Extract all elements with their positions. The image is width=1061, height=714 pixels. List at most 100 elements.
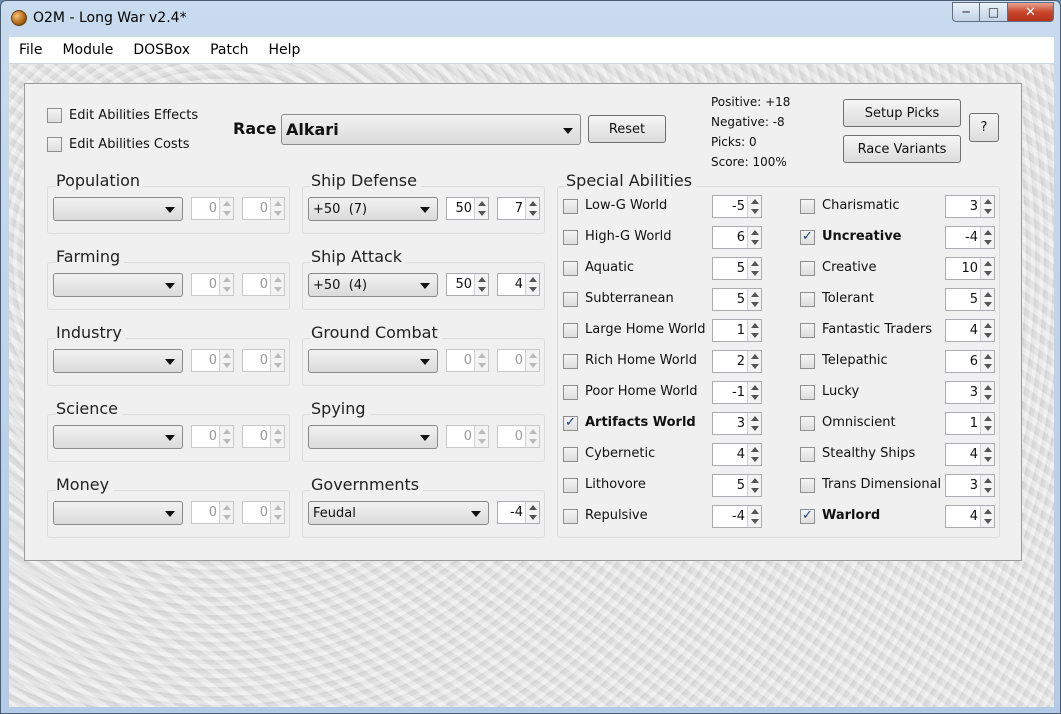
- ability-cost-spin[interactable]: 6: [712, 226, 762, 249]
- ability-cost: 1: [969, 416, 978, 431]
- ability-checkbox[interactable]: [800, 478, 815, 493]
- ability-checkbox[interactable]: [563, 323, 578, 338]
- chevron-down-icon: [165, 283, 175, 289]
- industry-title: Industry: [56, 323, 126, 342]
- ability-cost-spin[interactable]: 4: [945, 505, 995, 528]
- money-value1-spin[interactable]: 0: [191, 501, 234, 524]
- ability-checkbox[interactable]: [800, 292, 815, 307]
- farming-value1-spin[interactable]: 0: [191, 273, 234, 296]
- ability-cost-spin[interactable]: 1: [945, 412, 995, 435]
- ability-cost-spin[interactable]: 5: [712, 257, 762, 280]
- ability-checkbox[interactable]: [800, 416, 815, 431]
- ability-checkbox[interactable]: [563, 199, 578, 214]
- ability-cost-spin[interactable]: 1: [712, 319, 762, 342]
- ability-checkbox[interactable]: [800, 447, 815, 462]
- spying-select[interactable]: [308, 425, 438, 449]
- ground-combat-value1: 0: [463, 353, 472, 368]
- farming-select[interactable]: [53, 273, 183, 297]
- ability-checkbox[interactable]: ✓: [563, 416, 578, 431]
- ship-attack-value2-spin[interactable]: 4: [497, 273, 540, 296]
- governments-select[interactable]: Feudal: [308, 501, 489, 525]
- setup-picks-button[interactable]: Setup Picks: [843, 99, 961, 127]
- ability-cost-spin[interactable]: 4: [945, 443, 995, 466]
- ability-checkbox[interactable]: [563, 292, 578, 307]
- spying-value1-spin[interactable]: 0: [446, 425, 489, 448]
- farming-value2: 0: [259, 277, 268, 292]
- population-value1-spin[interactable]: 0: [191, 197, 234, 220]
- menu-module[interactable]: Module: [52, 42, 123, 58]
- edit-costs-checkbox[interactable]: [47, 137, 62, 152]
- population-select[interactable]: [53, 197, 183, 221]
- ability-cost-spin[interactable]: -5: [712, 195, 762, 218]
- ground-combat-select[interactable]: [308, 349, 438, 373]
- maximize-button[interactable]: □: [980, 2, 1008, 22]
- science-select[interactable]: [53, 425, 183, 449]
- race-select[interactable]: Alkari: [281, 114, 581, 145]
- population-value2-spin[interactable]: 0: [242, 197, 285, 220]
- ability-cost-spin[interactable]: 4: [712, 443, 762, 466]
- farming-value2-spin[interactable]: 0: [242, 273, 285, 296]
- ability-checkbox[interactable]: [800, 261, 815, 276]
- ability-cost-spin[interactable]: -1: [712, 381, 762, 404]
- governments-value-spin[interactable]: -4: [497, 501, 540, 524]
- ability-checkbox[interactable]: [563, 478, 578, 493]
- ship-attack-value1-spin[interactable]: 50: [446, 273, 489, 296]
- ship-defense-select[interactable]: +50 (7): [308, 197, 438, 221]
- ability-cost-spin[interactable]: 3: [945, 381, 995, 404]
- ability-cost-spin[interactable]: 5: [945, 288, 995, 311]
- ability-checkbox[interactable]: [563, 354, 578, 369]
- ability-checkbox[interactable]: [800, 385, 815, 400]
- ability-checkbox[interactable]: [563, 509, 578, 524]
- science-value1-spin[interactable]: 0: [191, 425, 234, 448]
- industry-value2-spin[interactable]: 0: [242, 349, 285, 372]
- menu-file[interactable]: File: [9, 42, 52, 58]
- ship-defense-value2-spin[interactable]: 7: [497, 197, 540, 220]
- ability-checkbox[interactable]: [800, 199, 815, 214]
- industry-select[interactable]: [53, 349, 183, 373]
- chevron-down-icon: [471, 511, 481, 517]
- ship-defense-value1-spin[interactable]: 50: [446, 197, 489, 220]
- ability-checkbox[interactable]: ✓: [800, 509, 815, 524]
- ability-checkbox[interactable]: [563, 261, 578, 276]
- ability-label: Warlord: [822, 508, 881, 523]
- ability-checkbox[interactable]: [563, 230, 578, 245]
- minimize-button[interactable]: ─: [952, 2, 980, 22]
- title-bar[interactable]: O2M - Long War v2.4* ─ □ ✕: [1, 1, 1060, 37]
- ability-cost-spin[interactable]: 3: [945, 474, 995, 497]
- ability-checkbox[interactable]: [563, 447, 578, 462]
- ground-combat-value2-spin[interactable]: 0: [497, 349, 540, 372]
- ability-cost-spin[interactable]: 6: [945, 350, 995, 373]
- chevron-down-icon: [165, 359, 175, 365]
- reset-button[interactable]: Reset: [588, 115, 666, 143]
- menu-help[interactable]: Help: [259, 42, 311, 58]
- menu-patch[interactable]: Patch: [200, 42, 258, 58]
- ability-cost-spin[interactable]: -4: [945, 226, 995, 249]
- ability-cost-spin[interactable]: -4: [712, 505, 762, 528]
- ability-checkbox[interactable]: [800, 323, 815, 338]
- spying-value2-spin[interactable]: 0: [497, 425, 540, 448]
- ability-cost-spin[interactable]: 2: [712, 350, 762, 373]
- ability-cost-spin[interactable]: 3: [712, 412, 762, 435]
- help-button[interactable]: ?: [969, 113, 999, 142]
- ability-cost-spin[interactable]: 10: [945, 257, 995, 280]
- ability-cost-spin[interactable]: 5: [712, 474, 762, 497]
- ability-checkbox[interactable]: [800, 354, 815, 369]
- ability-cost-spin[interactable]: 3: [945, 195, 995, 218]
- money-select[interactable]: [53, 501, 183, 525]
- industry-value1-spin[interactable]: 0: [191, 349, 234, 372]
- ability-cost: 3: [969, 199, 978, 214]
- money-value2-spin[interactable]: 0: [242, 501, 285, 524]
- picks-stat: Picks: 0: [711, 135, 757, 149]
- science-value2-spin[interactable]: 0: [242, 425, 285, 448]
- ship-attack-select[interactable]: +50 (4): [308, 273, 438, 297]
- ability-cost-spin[interactable]: 5: [712, 288, 762, 311]
- checkmark-icon: ✓: [565, 415, 576, 430]
- ability-cost-spin[interactable]: 4: [945, 319, 995, 342]
- edit-effects-checkbox[interactable]: [47, 108, 62, 123]
- ability-checkbox[interactable]: [563, 385, 578, 400]
- race-variants-button[interactable]: Race Variants: [843, 135, 961, 163]
- menu-dosbox[interactable]: DOSBox: [123, 42, 200, 58]
- close-button[interactable]: ✕: [1008, 2, 1054, 22]
- ability-checkbox[interactable]: ✓: [800, 230, 815, 245]
- ground-combat-value1-spin[interactable]: 0: [446, 349, 489, 372]
